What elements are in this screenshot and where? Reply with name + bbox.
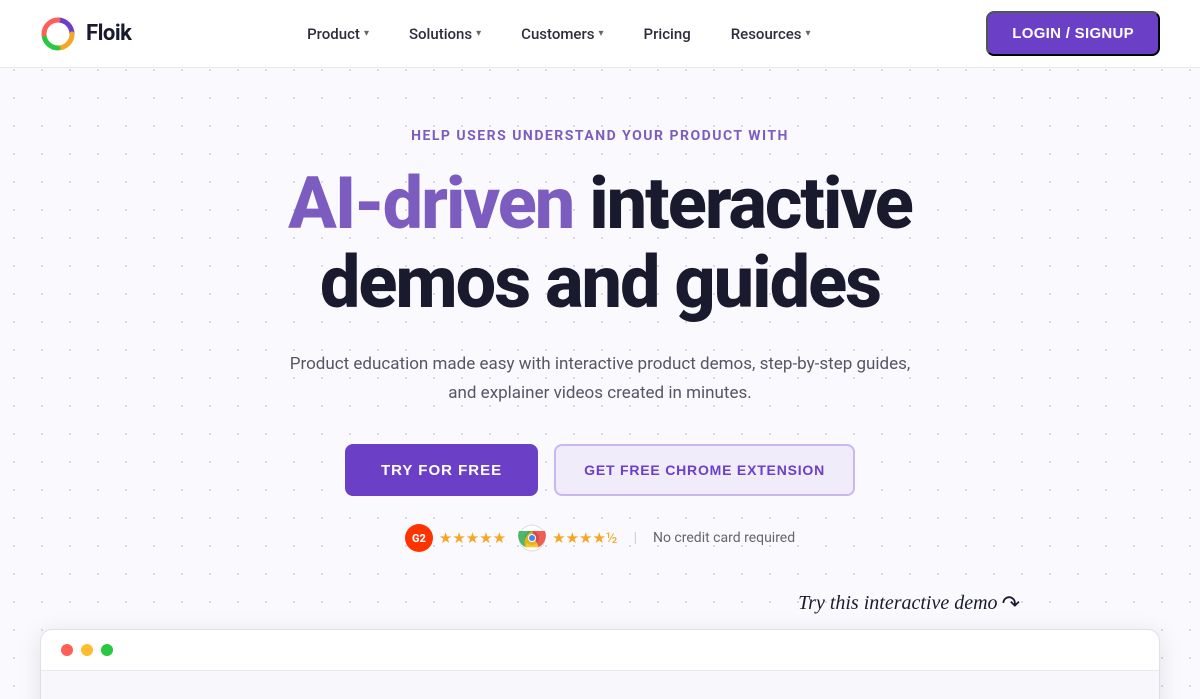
chrome-extension-button[interactable]: GET FREE CHROME EXTENSION <box>554 444 855 496</box>
browser-dot-green <box>101 644 113 656</box>
logo-text: Floik <box>86 21 131 46</box>
chevron-down-icon: ▾ <box>476 28 481 39</box>
nav-item-solutions[interactable]: Solutions ▾ <box>393 17 497 51</box>
hero-eyebrow: HELP USERS UNDERSTAND YOUR PRODUCT WITH <box>0 128 1200 144</box>
page-wrapper: Floik Product ▾ Solutions ▾ Customers ▾ … <box>0 0 1200 699</box>
g2-rating: G2 ★★★★★ <box>405 524 506 552</box>
demo-callout: Try this interactive demo ↷ <box>0 592 1200 617</box>
navbar: Floik Product ▾ Solutions ▾ Customers ▾ … <box>0 0 1200 68</box>
nav-item-product[interactable]: Product ▾ <box>291 17 385 51</box>
demo-callout-text[interactable]: Try this interactive demo <box>798 592 997 617</box>
chrome-rating: ★★★★½ <box>518 524 617 552</box>
browser-dot-yellow <box>81 644 93 656</box>
nav-links: Product ▾ Solutions ▾ Customers ▾ Pricin… <box>291 17 826 51</box>
logo-icon <box>40 16 76 52</box>
hero-subtext: Product education made easy with interac… <box>280 350 920 408</box>
chrome-icon <box>518 524 546 552</box>
social-proof: G2 ★★★★★ ★★★★½ | No credit <box>0 524 1200 552</box>
browser-content <box>41 671 1159 699</box>
chevron-down-icon: ▾ <box>598 28 603 39</box>
divider: | <box>634 530 637 546</box>
hero-headline: AI-driven interactive demos and guides <box>0 164 1200 322</box>
g2-stars: ★★★★★ <box>439 529 506 547</box>
nav-item-customers[interactable]: Customers ▾ <box>505 17 619 51</box>
chevron-down-icon: ▾ <box>806 28 811 39</box>
try-free-button[interactable]: TRY FOR FREE <box>345 444 538 496</box>
login-signup-button[interactable]: LOGIN / SIGNUP <box>986 11 1160 56</box>
logo[interactable]: Floik <box>40 16 131 52</box>
browser-bar <box>41 630 1159 671</box>
demo-arrow-icon: ↷ <box>1002 592 1020 617</box>
g2-badge: G2 <box>405 524 433 552</box>
chevron-down-icon: ▾ <box>364 28 369 39</box>
headline-highlight: AI-driven <box>288 161 573 246</box>
nav-item-resources[interactable]: Resources ▾ <box>715 17 827 51</box>
browser-dot-red <box>61 644 73 656</box>
hero-section: HELP USERS UNDERSTAND YOUR PRODUCT WITH … <box>0 68 1200 617</box>
hero-buttons: TRY FOR FREE GET FREE CHROME EXTENSION <box>0 444 1200 496</box>
no-card-text: No credit card required <box>653 530 795 546</box>
chrome-stars: ★★★★½ <box>552 529 617 547</box>
nav-item-pricing[interactable]: Pricing <box>628 17 707 51</box>
browser-mockup <box>40 629 1160 699</box>
